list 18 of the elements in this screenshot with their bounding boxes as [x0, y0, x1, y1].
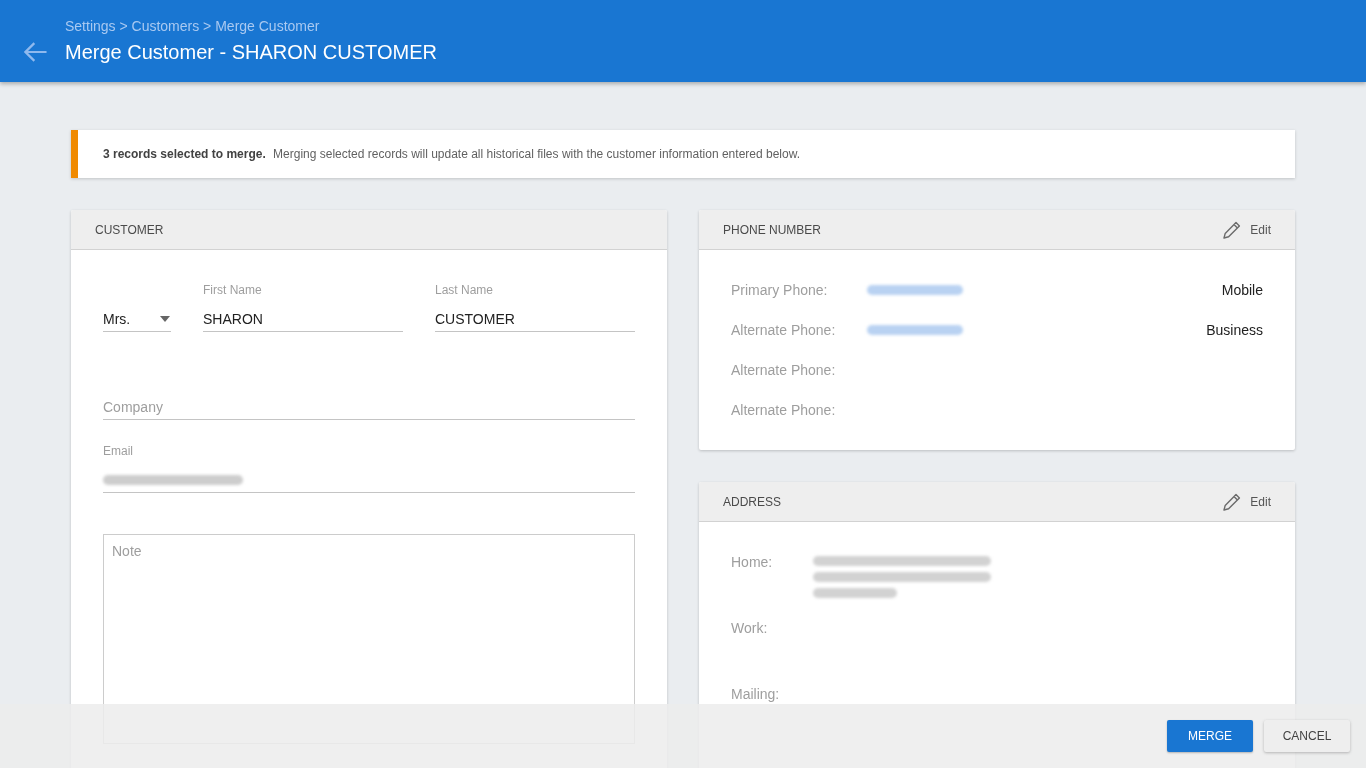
- phone-type: Business: [1206, 322, 1263, 338]
- field-label: Last Name: [435, 282, 495, 298]
- card-title: CUSTOMER: [95, 222, 164, 237]
- address-label: Home:: [731, 554, 774, 570]
- phone-label: Primary Phone:: [731, 282, 829, 298]
- field-label: First Name: [203, 282, 263, 298]
- address-label: Mailing:: [731, 686, 781, 702]
- card-title: ADDRESS: [723, 494, 781, 509]
- page-title: Merge Customer - SHARON CUSTOMER: [65, 40, 437, 64]
- card-title: PHONE NUMBER: [723, 222, 821, 237]
- field-label: Email: [103, 443, 134, 459]
- address-label: Work:: [731, 620, 769, 636]
- phone-label: Alternate Phone:: [731, 322, 837, 338]
- phone-label: Alternate Phone:: [731, 402, 837, 418]
- phone-type: Mobile: [1221, 282, 1263, 298]
- notice-text: 3 records selected to merge. Merging selected records will update all historical files with the customer information entered below.: [103, 147, 800, 161]
- phone-label: Alternate Phone:: [731, 362, 837, 378]
- breadcrumb: Settings > Customers > Merge Customer: [65, 17, 321, 35]
